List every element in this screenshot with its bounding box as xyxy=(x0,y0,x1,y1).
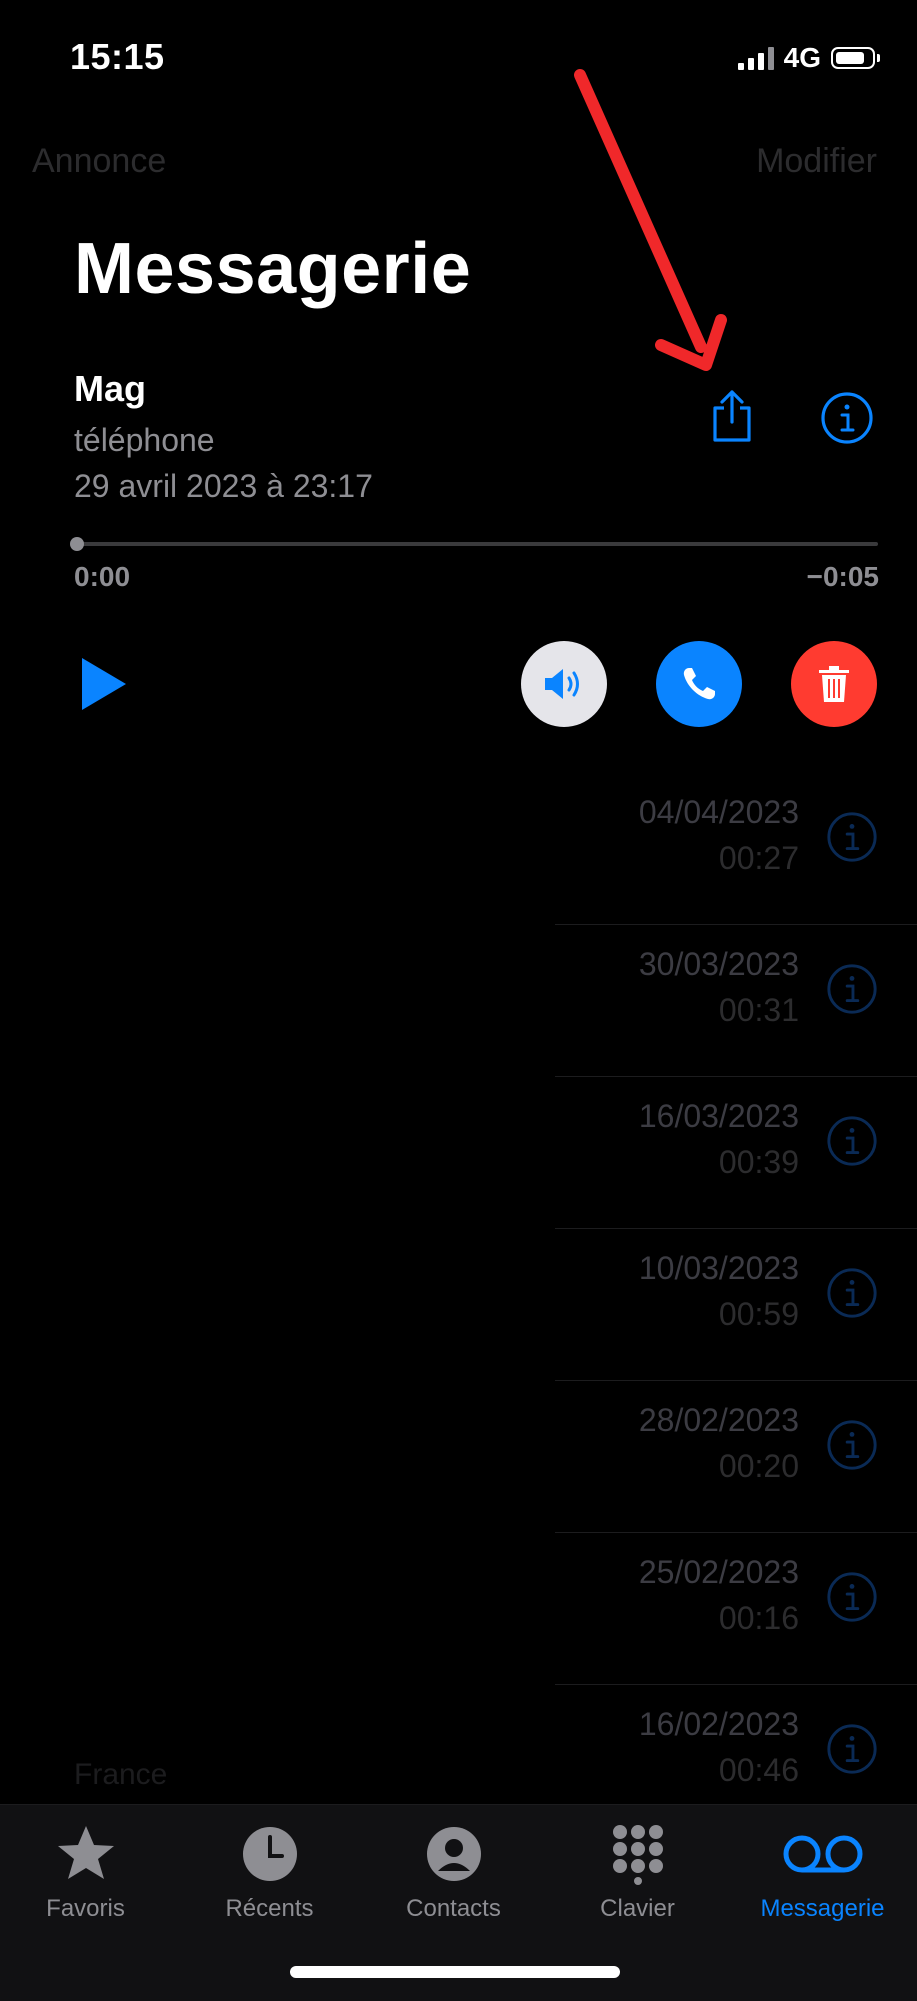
info-button[interactable] xyxy=(825,962,879,1021)
tab-label: Clavier xyxy=(600,1895,675,1922)
star-icon xyxy=(57,1826,114,1879)
tab-label: Contacts xyxy=(406,1895,501,1922)
home-indicator[interactable] xyxy=(290,1966,620,1978)
info-icon xyxy=(827,1572,877,1622)
voicemail-duration: 00:46 xyxy=(718,1752,799,1788)
info-button[interactable] xyxy=(825,810,879,869)
list-item[interactable]: 25/02/2023 00:16 xyxy=(555,1532,917,1685)
call-back-button[interactable] xyxy=(656,641,742,727)
voicemail-date: 30/03/2023 xyxy=(638,946,799,982)
phone-icon xyxy=(683,668,715,700)
voicemail-date: 28/02/2023 xyxy=(638,1402,799,1438)
tab-favorites[interactable]: Favoris xyxy=(0,1823,177,1923)
tab-recents[interactable]: Récents xyxy=(178,1823,361,1923)
voicemail-duration: 00:27 xyxy=(718,840,799,876)
tab-contacts[interactable]: Contacts xyxy=(362,1823,545,1923)
tab-label: Messagerie xyxy=(760,1895,885,1922)
info-icon xyxy=(827,812,877,862)
status-indicators: 4G xyxy=(737,42,880,74)
greeting-button[interactable]: Annonce xyxy=(32,142,166,181)
page-title: Messagerie xyxy=(74,229,472,309)
list-item[interactable]: 10/03/2023 00:59 xyxy=(555,1228,917,1381)
voicemail-icon xyxy=(783,1835,862,1873)
caller-name: Mag xyxy=(74,368,146,409)
tab-voicemail[interactable]: Messagerie xyxy=(731,1823,914,1923)
speaker-icon xyxy=(545,669,579,699)
speaker-button[interactable] xyxy=(521,641,607,727)
keypad-icon xyxy=(612,1825,663,1885)
info-icon xyxy=(827,1268,877,1318)
list-item[interactable]: 28/02/2023 00:20 xyxy=(555,1380,917,1533)
info-icon xyxy=(827,964,877,1014)
delete-button[interactable] xyxy=(791,641,877,727)
info-icon xyxy=(827,1420,877,1470)
tab-label: Récents xyxy=(225,1895,314,1922)
trash-icon xyxy=(819,666,849,702)
person-icon xyxy=(426,1827,481,1881)
voicemail-duration: 00:16 xyxy=(718,1600,799,1636)
info-button[interactable] xyxy=(825,1570,879,1629)
voicemail-date: 04/04/2023 xyxy=(638,794,799,830)
voicemail-date: 16/03/2023 xyxy=(638,1098,799,1134)
info-icon xyxy=(821,392,873,444)
info-button[interactable] xyxy=(825,1114,879,1173)
list-item[interactable]: 16/03/2023 00:39 xyxy=(555,1076,917,1229)
network-type: 4G xyxy=(783,42,821,73)
list-item[interactable]: 30/03/2023 00:31 xyxy=(555,924,917,1077)
play-button[interactable] xyxy=(78,656,130,717)
voicemail-duration: 00:59 xyxy=(718,1296,799,1332)
share-icon xyxy=(713,390,751,442)
info-icon xyxy=(827,1724,877,1774)
info-button[interactable] xyxy=(825,1418,879,1477)
voicemail-duration: 00:31 xyxy=(718,992,799,1028)
elapsed-time: 0:00 xyxy=(74,561,131,592)
signal-icon xyxy=(737,46,774,70)
list-item[interactable]: 04/04/2023 00:27 xyxy=(555,772,917,925)
tab-label: Favoris xyxy=(46,1895,125,1922)
info-icon xyxy=(827,1116,877,1166)
voicemail-datetime: 29 avril 2023 à 23:17 xyxy=(74,468,373,504)
faded-label: France xyxy=(74,1758,168,1791)
battery-icon xyxy=(831,47,880,69)
info-button[interactable] xyxy=(825,1722,879,1781)
share-button[interactable] xyxy=(704,388,760,444)
clock-icon xyxy=(242,1827,297,1881)
status-time: 15:15 xyxy=(70,36,165,77)
voicemail-duration: 00:20 xyxy=(718,1448,799,1484)
info-button[interactable] xyxy=(825,1266,879,1325)
voicemail-date: 16/02/2023 xyxy=(638,1706,799,1742)
caller-label: téléphone xyxy=(74,422,215,458)
tab-keypad[interactable]: Clavier xyxy=(546,1823,729,1923)
play-icon xyxy=(82,658,126,710)
voicemail-date: 25/02/2023 xyxy=(638,1554,799,1590)
playback-scrubber[interactable] xyxy=(74,542,878,546)
scrubber-knob[interactable] xyxy=(70,537,84,551)
voicemail-duration: 00:39 xyxy=(718,1144,799,1180)
remaining-time: −0:05 xyxy=(806,561,879,592)
info-button[interactable] xyxy=(819,390,875,446)
voicemail-date: 10/03/2023 xyxy=(638,1250,799,1286)
edit-button[interactable]: Modifier xyxy=(756,142,877,181)
